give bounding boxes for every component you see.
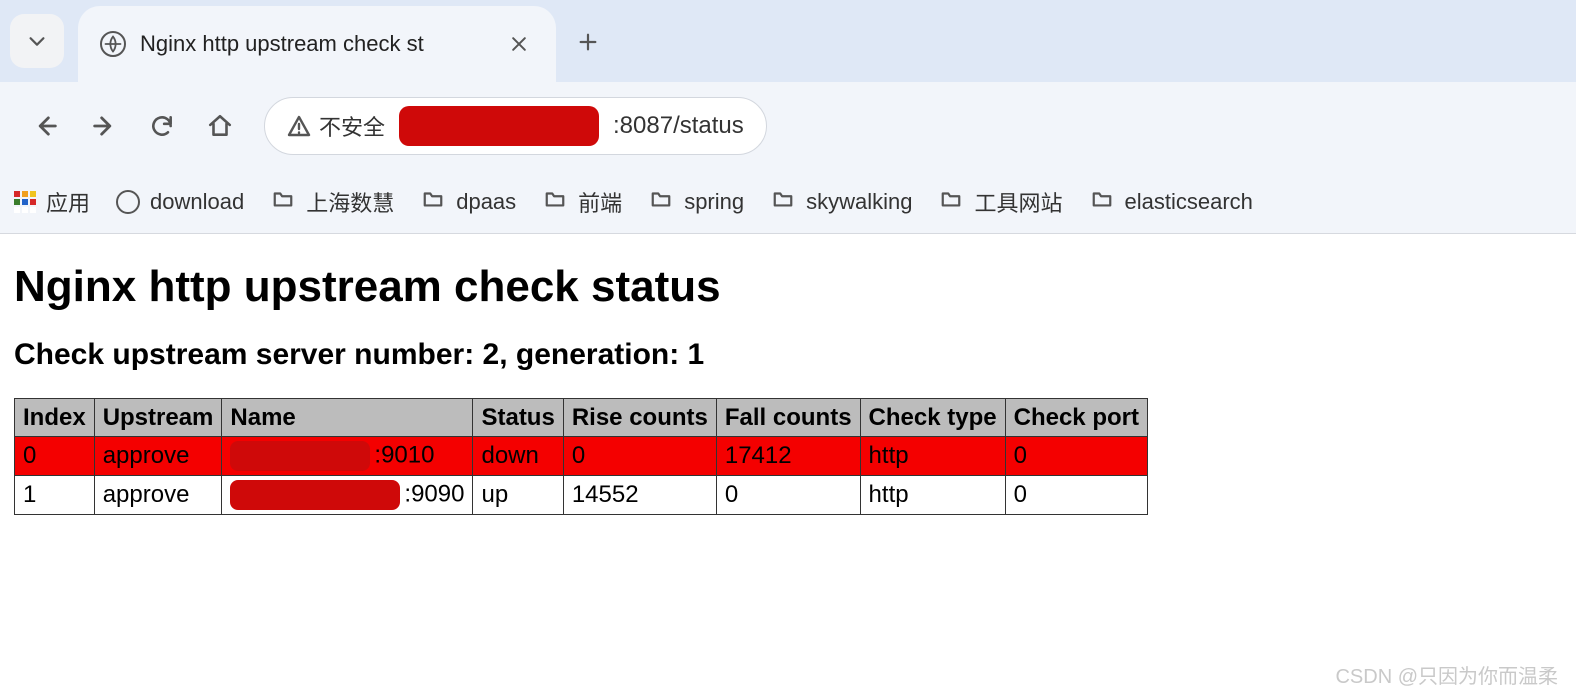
security-status[interactable]: 不安全 [287,110,385,142]
address-bar[interactable]: 不安全 :8087/status [264,97,767,155]
folder-icon [270,188,296,216]
status-table: IndexUpstreamNameStatusRise countsFall c… [14,398,1148,515]
warning-icon [287,114,311,138]
home-icon [207,113,233,139]
bookmark-folder[interactable]: skywalking [770,188,912,216]
watermark: CSDN @只因为你而温柔 [1335,660,1558,689]
forward-button[interactable] [80,102,128,150]
bookmark-folder[interactable]: dpaas [420,188,516,216]
new-tab-button[interactable] [568,22,608,62]
table-cell: down [473,437,563,476]
table-row: 0approve:9010down017412http0 [15,437,1148,476]
table-cell: 1 [15,476,95,515]
arrow-right-icon [90,112,118,140]
table-cell: 17412 [716,437,860,476]
apps-shortcut[interactable]: 应用 [14,186,90,218]
bookmark-folder[interactable]: 上海数慧 [270,186,394,218]
page-title: Nginx http upstream check status [14,262,1562,312]
apps-label: 应用 [46,186,90,218]
tabstrip: Nginx http upstream check st [0,0,1576,82]
tab-title: Nginx http upstream check st [140,31,490,57]
tab-close-button[interactable] [504,29,534,59]
toolbar: 不安全 :8087/status [0,82,1576,170]
redacted-host [399,106,599,146]
home-button[interactable] [196,102,244,150]
bookmark-label: elasticsearch [1125,189,1253,215]
folder-icon [420,188,446,216]
tab-search-button[interactable] [10,14,64,68]
table-cell: :9010 [222,437,473,476]
table-cell: :9090 [222,476,473,515]
column-header: Rise counts [563,399,716,437]
reload-button[interactable] [138,102,186,150]
globe-icon [100,31,126,57]
redacted-name [230,480,400,510]
table-row: 1approve:9090up145520http0 [15,476,1148,515]
column-header: Fall counts [716,399,860,437]
bookmark-folder[interactable]: elasticsearch [1089,188,1253,216]
folder-icon [770,188,796,216]
bookmark-label: spring [684,189,744,215]
page-subtitle: Check upstream server number: 2, generat… [14,338,1562,372]
table-cell: 0 [1005,437,1147,476]
reload-icon [149,113,175,139]
folder-icon [938,188,964,216]
plus-icon [577,31,599,53]
table-cell: 14552 [563,476,716,515]
bookmark-folder[interactable]: 前端 [542,186,622,218]
security-label: 不安全 [319,110,385,142]
browser-tab[interactable]: Nginx http upstream check st [78,6,556,82]
table-cell: 0 [716,476,860,515]
bookmark-download[interactable]: download [116,189,244,215]
bookmark-label: 上海数慧 [306,186,394,218]
folder-icon [542,188,568,216]
table-cell: 0 [563,437,716,476]
column-header: Check port [1005,399,1147,437]
column-header: Check type [860,399,1005,437]
bookmark-label: skywalking [806,189,912,215]
bookmark-folder[interactable]: spring [648,188,744,216]
column-header: Index [15,399,95,437]
arrow-left-icon [32,112,60,140]
table-cell: approve [94,476,222,515]
url-suffix: :8087/status [613,112,744,140]
bookmark-label: dpaas [456,189,516,215]
close-icon [509,34,529,54]
table-cell: up [473,476,563,515]
column-header: Name [222,399,473,437]
bookmark-folder[interactable]: 工具网站 [938,186,1062,218]
table-cell: 0 [15,437,95,476]
chevron-down-icon [26,30,48,52]
table-cell: http [860,437,1005,476]
bookmark-label: 工具网站 [974,186,1062,218]
page-content: Nginx http upstream check status Check u… [0,234,1576,533]
table-body: 0approve:9010down017412http01approve:909… [15,437,1148,515]
bookmark-label: download [150,189,244,215]
column-header: Upstream [94,399,222,437]
back-button[interactable] [22,102,70,150]
folder-icon [1089,188,1115,216]
redacted-name [230,441,370,471]
folder-icon [648,188,674,216]
table-cell: approve [94,437,222,476]
table-header-row: IndexUpstreamNameStatusRise countsFall c… [15,399,1148,437]
table-cell: 0 [1005,476,1147,515]
globe-icon [116,190,140,214]
bookmarks-bar: 应用 download 上海数慧 dpaas 前端 spring skywalking 工… [0,170,1576,234]
bookmark-label: 前端 [578,186,622,218]
apps-icon [14,191,36,213]
column-header: Status [473,399,563,437]
table-cell: http [860,476,1005,515]
